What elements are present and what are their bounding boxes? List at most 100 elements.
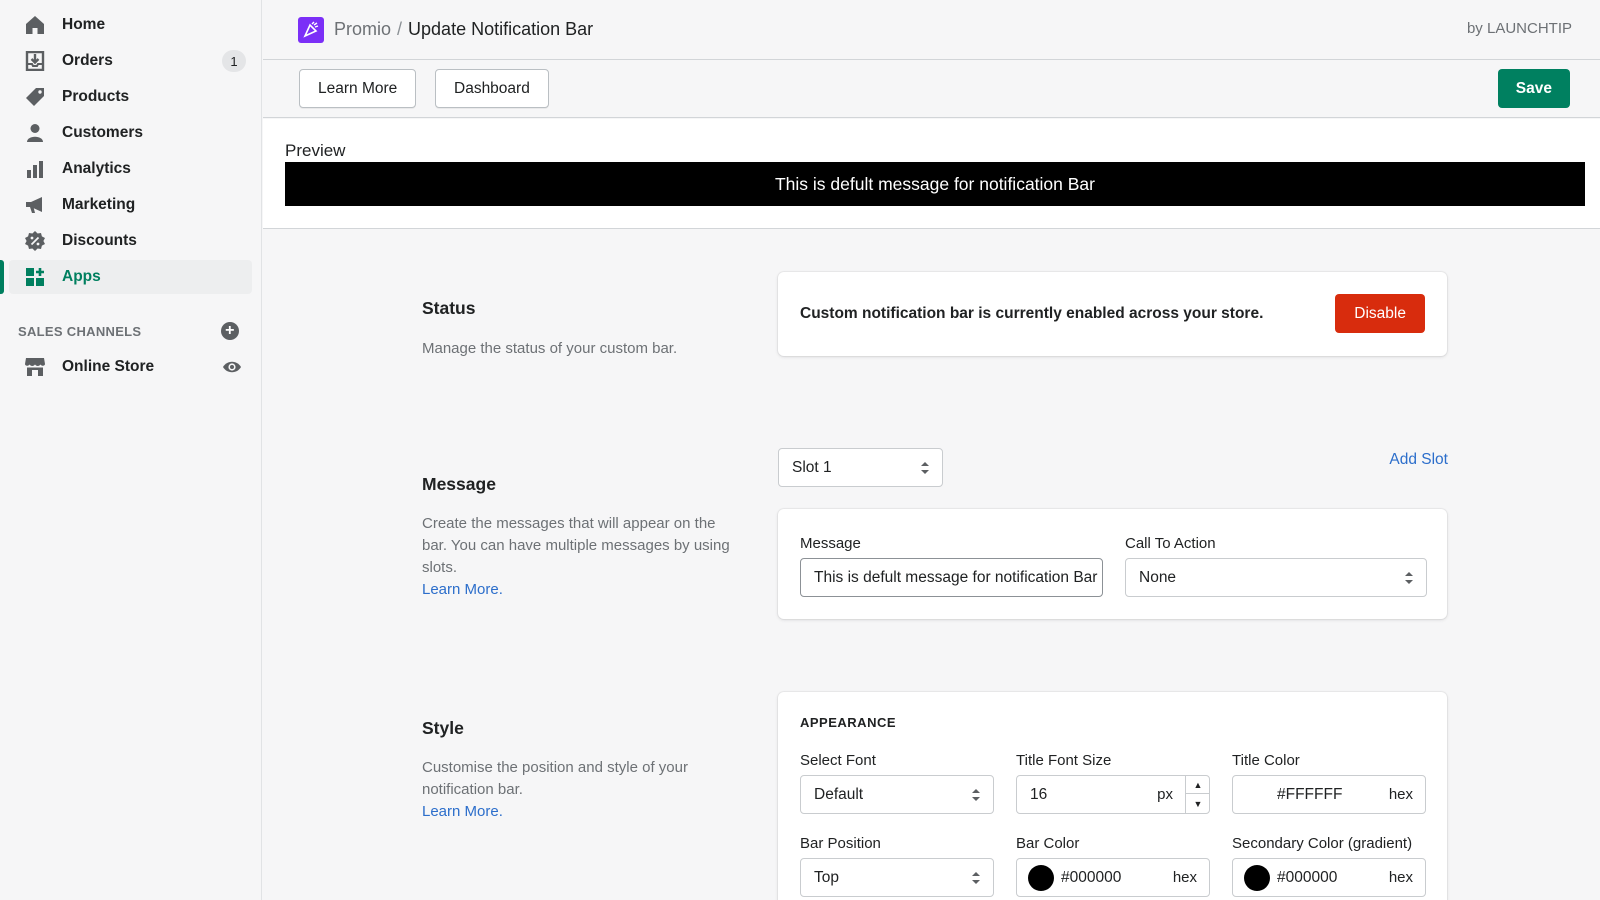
- preview-panel: Preview This is defult message for notif…: [263, 119, 1600, 229]
- person-icon: [23, 121, 47, 145]
- secondary-color-label: Secondary Color (gradient): [1232, 835, 1413, 852]
- title-color-input[interactable]: #FFFFFF hex: [1232, 775, 1426, 814]
- slot-select[interactable]: Slot 1: [778, 448, 943, 487]
- status-section-title: Status: [422, 298, 476, 318]
- app-header: Promio / Update Notification Bar by LAUN…: [263, 0, 1600, 60]
- bar-color-swatch[interactable]: [1028, 865, 1054, 891]
- bar-position-select[interactable]: Top: [800, 858, 994, 897]
- breadcrumb-separator: /: [397, 19, 403, 39]
- message-section-description-text: Create the messages that will appear on …: [422, 515, 730, 576]
- sidebar-item-apps[interactable]: Apps: [0, 260, 252, 294]
- message-input-value: This is defult message for notification …: [814, 568, 1098, 586]
- appearance-heading: APPEARANCE: [800, 715, 897, 730]
- select-arrows-icon: [972, 872, 980, 884]
- sidebar-item-label: Online Store: [62, 358, 155, 375]
- sidebar-item-label: Products: [62, 88, 130, 105]
- select-arrows-icon: [972, 789, 980, 801]
- status-card: Custom notification bar is currently ena…: [778, 272, 1447, 356]
- bar-color-label: Bar Color: [1016, 835, 1080, 852]
- decrement-arrow-icon[interactable]: ▼: [1186, 795, 1209, 813]
- action-toolbar: Learn More Dashboard Save: [263, 60, 1600, 118]
- add-sales-channel-icon[interactable]: +: [221, 322, 239, 340]
- save-button[interactable]: Save: [1497, 69, 1570, 108]
- style-section-title: Style: [422, 718, 464, 738]
- select-font-label: Select Font: [800, 752, 876, 769]
- disable-button[interactable]: Disable: [1335, 294, 1425, 333]
- add-slot-link[interactable]: Add Slot: [1389, 451, 1448, 469]
- secondary-color-input[interactable]: #000000 hex: [1232, 858, 1426, 897]
- page-title: Update Notification Bar: [408, 19, 594, 39]
- sidebar-item-label: Discounts: [62, 232, 137, 249]
- sidebar: Home Orders 1 Products Customers Analyti…: [0, 0, 262, 900]
- hex-suffix: hex: [1172, 869, 1197, 886]
- bar-chart-icon: [23, 157, 47, 181]
- sidebar-item-label: Analytics: [62, 160, 131, 177]
- preview-label: Preview: [285, 141, 346, 160]
- font-size-stepper: ▲ ▼: [1185, 776, 1209, 813]
- select-arrows-icon: [921, 462, 929, 474]
- sidebar-item-discounts[interactable]: Discounts: [9, 224, 252, 258]
- px-suffix: px: [1157, 786, 1173, 803]
- orders-count-badge: 1: [222, 50, 246, 72]
- message-learn-more-link[interactable]: Learn More.: [422, 579, 740, 601]
- promio-logo-icon: [298, 16, 324, 43]
- sidebar-item-label: Customers: [62, 124, 143, 141]
- style-section-description: Customise the position and style of your…: [422, 757, 740, 823]
- style-learn-more-link[interactable]: Learn More.: [422, 801, 740, 823]
- sidebar-item-label: Marketing: [62, 196, 136, 213]
- secondary-color-swatch[interactable]: [1244, 865, 1270, 891]
- select-arrows-icon: [1405, 572, 1413, 584]
- increment-arrow-icon[interactable]: ▲: [1186, 776, 1209, 794]
- hex-suffix: hex: [1388, 869, 1413, 886]
- sidebar-item-products[interactable]: Products: [9, 80, 252, 114]
- store-icon: [23, 355, 47, 379]
- status-text: Custom notification bar is currently ena…: [800, 305, 1264, 322]
- cta-select[interactable]: None: [1125, 558, 1427, 597]
- orders-icon: [23, 49, 47, 73]
- eye-icon[interactable]: [222, 357, 242, 377]
- appearance-card: APPEARANCE Select Font Default Title Fon…: [778, 692, 1447, 900]
- sidebar-item-marketing[interactable]: Marketing: [9, 188, 252, 222]
- title-font-size-input[interactable]: 16 px ▲ ▼: [1016, 775, 1210, 814]
- bar-color-input[interactable]: #000000 hex: [1016, 858, 1210, 897]
- sidebar-item-label: Home: [62, 16, 106, 33]
- sidebar-item-online-store[interactable]: Online Store: [9, 350, 252, 384]
- megaphone-icon: [23, 193, 47, 217]
- sidebar-item-label: Apps: [62, 268, 101, 285]
- title-font-size-value: 16: [1030, 785, 1048, 803]
- sales-channels-heading: SALES CHANNELS +: [18, 322, 239, 340]
- style-section-description-text: Customise the position and style of your…: [422, 759, 688, 798]
- message-input[interactable]: This is defult message for notification …: [800, 558, 1103, 597]
- cta-field-label: Call To Action: [1125, 535, 1216, 552]
- message-field-label: Message: [800, 535, 861, 552]
- status-section-description: Manage the status of your custom bar.: [422, 340, 678, 357]
- bar-position-label: Bar Position: [800, 835, 881, 852]
- apps-icon: [23, 265, 47, 289]
- message-card: Message This is defult message for notif…: [778, 509, 1447, 619]
- sidebar-item-analytics[interactable]: Analytics: [9, 152, 252, 186]
- notification-bar-preview: This is defult message for notification …: [285, 162, 1585, 206]
- slot-select-value: Slot 1: [792, 458, 832, 476]
- title-color-value: #FFFFFF: [1277, 785, 1343, 803]
- title-color-label: Title Color: [1232, 752, 1300, 769]
- font-select-value: Default: [814, 785, 864, 803]
- title-font-size-label: Title Font Size: [1016, 752, 1112, 769]
- message-section-title: Message: [422, 474, 496, 494]
- breadcrumb-app-name[interactable]: Promio: [334, 19, 391, 40]
- sales-channels-label: SALES CHANNELS: [18, 323, 142, 339]
- sidebar-item-home[interactable]: Home: [9, 8, 252, 42]
- sidebar-item-label: Orders: [62, 52, 113, 69]
- sidebar-item-customers[interactable]: Customers: [9, 116, 252, 150]
- bar-color-value: #000000: [1061, 868, 1122, 886]
- developer-credit: by LAUNCHTIP: [1466, 20, 1572, 37]
- bar-position-value: Top: [814, 868, 839, 886]
- learn-more-button[interactable]: Learn More: [299, 69, 417, 108]
- discount-icon: [23, 229, 47, 253]
- secondary-color-value: #000000: [1277, 868, 1338, 886]
- sidebar-item-orders[interactable]: Orders 1: [9, 44, 252, 78]
- home-icon: [23, 13, 47, 37]
- cta-select-value: None: [1139, 568, 1177, 586]
- font-select[interactable]: Default: [800, 775, 994, 814]
- dashboard-button[interactable]: Dashboard: [435, 69, 549, 108]
- message-section-description: Create the messages that will appear on …: [422, 513, 740, 601]
